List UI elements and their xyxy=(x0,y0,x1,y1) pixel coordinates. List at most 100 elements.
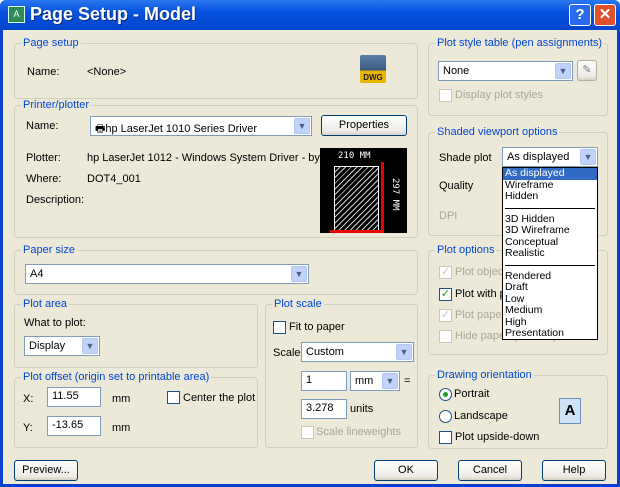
what-to-plot-select[interactable]: Display ▼ xyxy=(24,336,100,356)
display-plot-styles-checkbox[interactable] xyxy=(439,89,452,102)
x-offset-input[interactable]: 11.55 xyxy=(47,387,101,407)
plot-object-lineweights-checkbox[interactable]: ✓ xyxy=(439,266,452,279)
hide-paperspace-checkbox[interactable] xyxy=(439,330,452,343)
plotter-label: Plotter: xyxy=(26,152,61,164)
ok-button[interactable]: OK xyxy=(374,460,438,481)
help-title-button[interactable]: ? xyxy=(569,4,591,26)
landscape-label: Landscape xyxy=(454,410,508,422)
edit-plot-style-button[interactable]: ✎ xyxy=(577,60,597,81)
printer-plotter-group: Printer/plotter Name: 🖶hp LaserJet 1010 … xyxy=(14,99,418,238)
fit-to-paper-checkbox[interactable] xyxy=(273,321,286,334)
center-plot-label: Center the plot xyxy=(183,392,256,404)
printer-name-value: hp LaserJet 1010 Series Driver xyxy=(105,123,258,135)
separator xyxy=(505,264,595,266)
scale-lineweights-label: Scale lineweights xyxy=(316,426,401,438)
legend: Page setup xyxy=(21,37,81,49)
option-presentation[interactable]: Presentation xyxy=(503,327,597,340)
plot-with-plot-styles-checkbox[interactable]: ✓ xyxy=(439,288,452,301)
plot-upside-down-checkbox[interactable] xyxy=(439,431,452,444)
center-plot-checkbox[interactable] xyxy=(167,391,180,404)
preview-height-label: 297 MM xyxy=(390,178,400,211)
paper-size-select[interactable]: A4 ▼ xyxy=(25,264,309,284)
dwg-icon-text: DWG xyxy=(363,73,383,82)
properties-button[interactable]: Properties xyxy=(321,115,407,136)
page-setup-group: Page setup Name: <None> DWG xyxy=(14,37,418,99)
units-label: units xyxy=(350,403,374,415)
cancel-button[interactable]: Cancel xyxy=(458,460,522,481)
page-setup-dialog: A Page Setup - Model ? ✕ Page setup Name… xyxy=(0,0,620,487)
window-title: Page Setup - Model xyxy=(30,4,197,24)
plot-scale-group: Plot scale Fit to paper Scale: Custom ▼ 1… xyxy=(265,298,418,448)
legend: Plot style table (pen assignments) xyxy=(435,37,605,49)
landscape-radio[interactable] xyxy=(439,410,452,423)
printer-icon: 🖶 xyxy=(95,123,106,135)
dpi-label: DPI xyxy=(439,210,458,222)
legend: Shaded viewport options xyxy=(435,126,560,138)
plot-style-select[interactable]: None ▼ xyxy=(438,61,573,81)
plot-upside-down-label: Plot upside-down xyxy=(455,431,540,443)
preview-button[interactable]: Preview... xyxy=(14,460,78,481)
what-to-plot-value: Display xyxy=(29,340,66,352)
chevron-down-icon: ▼ xyxy=(555,63,571,79)
page-setup-name: <None> xyxy=(87,66,127,78)
chevron-down-icon: ▼ xyxy=(291,266,307,282)
option-3d-wireframe[interactable]: 3D Wireframe xyxy=(503,224,597,237)
help-button[interactable]: Help xyxy=(542,460,606,481)
plot-style-group: Plot style table (pen assignments) None ▼… xyxy=(428,37,608,116)
printer-name-label: Name: xyxy=(26,120,59,132)
paper-size-value: A4 xyxy=(30,268,44,280)
plotter-value: hp LaserJet 1012 - Windows System Driver… xyxy=(87,152,345,164)
display-plot-styles-label: Display plot styles xyxy=(455,89,544,101)
legend: Plot scale xyxy=(272,298,324,310)
margin-line xyxy=(330,230,384,233)
option-as-displayed[interactable]: As displayed xyxy=(503,167,597,180)
shade-plot-dropdown-list: As displayed Wireframe Hidden 3D Hidden … xyxy=(502,167,598,340)
y-label: Y: xyxy=(23,422,33,434)
scale-value1-input[interactable]: 1 xyxy=(301,371,347,391)
where-label: Where: xyxy=(26,173,62,185)
legend: Printer/plotter xyxy=(21,99,92,111)
preview-width-label: 210 MM xyxy=(338,151,371,161)
autocad-app-icon: A xyxy=(8,6,25,23)
pencil-icon: ✎ xyxy=(582,64,592,76)
x-label: X: xyxy=(23,393,34,405)
drawing-orientation-group: Drawing orientation Portrait Landscape P… xyxy=(428,369,608,449)
option-hidden[interactable]: Hidden xyxy=(503,190,597,203)
chevron-down-icon: ▼ xyxy=(294,118,310,134)
scale-label: Scale: xyxy=(273,347,304,359)
chevron-down-icon: ▼ xyxy=(382,373,398,389)
shade-plot-label: Shade plot xyxy=(439,152,492,164)
scale-select[interactable]: Custom ▼ xyxy=(301,342,414,362)
portrait-orientation-icon: A xyxy=(559,398,581,424)
description-label: Description: xyxy=(26,194,85,206)
scale-unit-value: mm xyxy=(355,375,374,387)
chevron-down-icon: ▼ xyxy=(396,344,412,360)
name-label: Name: xyxy=(27,66,60,78)
paper-size-group: Paper size A4 ▼ xyxy=(14,244,418,295)
margin-line xyxy=(381,162,384,233)
plot-style-value: None xyxy=(443,65,470,77)
what-to-plot-label: What to plot: xyxy=(24,317,86,329)
chevron-down-icon: ▼ xyxy=(82,338,98,354)
close-button[interactable]: ✕ xyxy=(594,4,616,26)
scale-value2-input[interactable]: 3.278 xyxy=(301,399,347,419)
scale-value: Custom xyxy=(306,346,344,358)
portrait-radio[interactable] xyxy=(439,388,452,401)
scale-lineweights-checkbox[interactable] xyxy=(301,426,314,439)
title-bar: A Page Setup - Model ? ✕ xyxy=(0,0,620,30)
y-offset-input[interactable]: -13.65 xyxy=(47,416,101,436)
portrait-label: Portrait xyxy=(454,388,490,400)
legend: Drawing orientation xyxy=(435,369,534,381)
paper-preview: 210 MM 297 MM xyxy=(320,148,407,233)
shade-plot-select[interactable]: As displayed ▼ xyxy=(502,147,598,167)
plot-area-group: Plot area What to plot: Display ▼ xyxy=(14,298,258,368)
scale-unit-select[interactable]: mm ▼ xyxy=(350,371,400,391)
option-realistic[interactable]: Realistic xyxy=(503,247,597,260)
printer-name-select[interactable]: 🖶hp LaserJet 1010 Series Driver ▼ xyxy=(90,116,312,136)
plot-paperspace-last-checkbox[interactable]: ✓ xyxy=(439,309,452,322)
shade-plot-value: As displayed xyxy=(507,151,570,163)
chevron-down-icon: ▼ xyxy=(580,149,596,165)
option-medium[interactable]: Medium xyxy=(503,304,597,317)
option-draft[interactable]: Draft xyxy=(503,281,597,294)
plot-offset-group: Plot offset (origin set to printable are… xyxy=(14,371,258,448)
